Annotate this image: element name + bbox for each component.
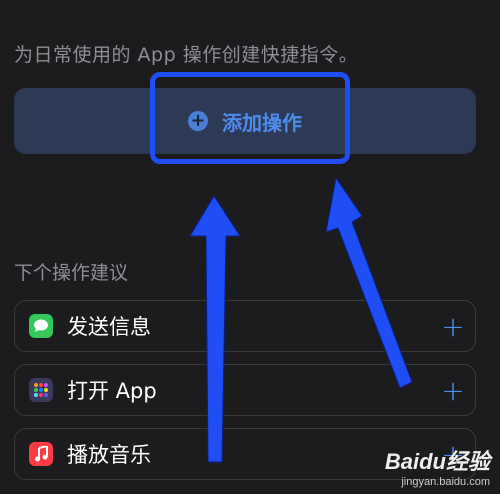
watermark-logo: Baidu经验 — [384, 449, 490, 474]
watermark: Baidu经验 jingyan.baidu.com — [385, 444, 490, 488]
annotation-arrow-right — [325, 176, 413, 389]
watermark-url: jingyan.baidu.com — [401, 476, 490, 488]
annotation-arrows — [189, 176, 413, 463]
annotation-arrow-left — [189, 195, 241, 463]
